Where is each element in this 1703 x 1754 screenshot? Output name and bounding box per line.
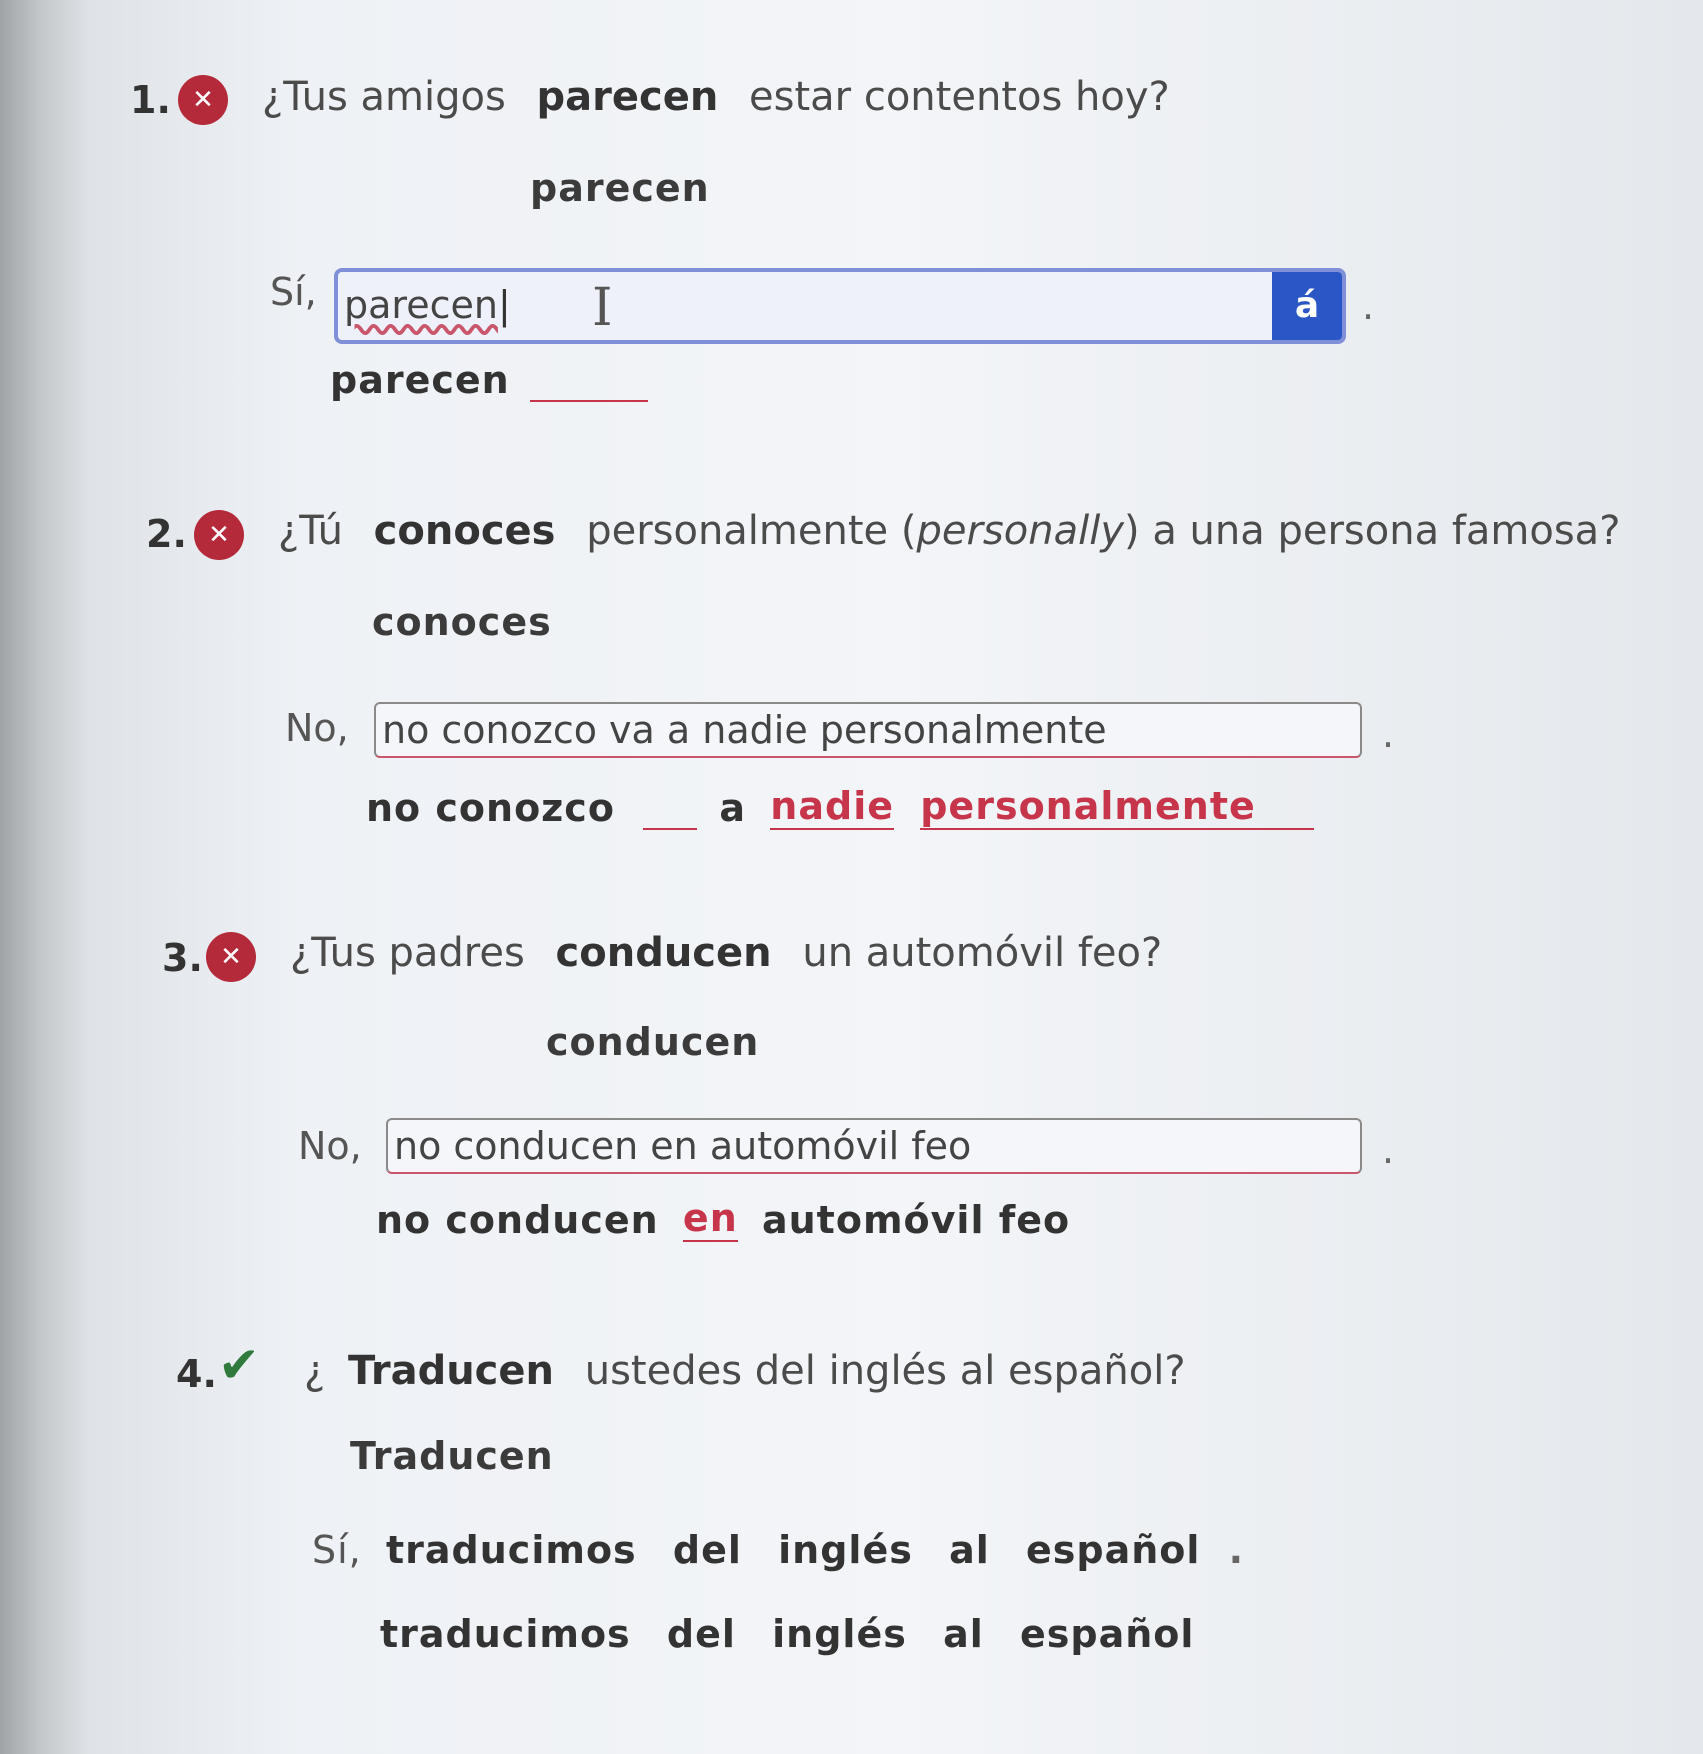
feedback-word: traducimos xyxy=(380,1612,631,1656)
question-number: 4. xyxy=(176,1352,217,1396)
question-4: 4. ✔ ¿ Traducen ustedes del inglés al es… xyxy=(0,1280,1703,1754)
question-verb: conducen xyxy=(555,930,772,976)
feedback-word-wrong: personalmente xyxy=(920,784,1314,830)
verb-hint: conducen xyxy=(546,1020,760,1064)
feedback-word: del xyxy=(666,1612,736,1656)
correct-answer-feedback: no conozco a nadie personalmente xyxy=(366,784,1314,830)
verb-hint: conoces xyxy=(372,600,552,644)
feedback-word: español xyxy=(1020,1612,1195,1656)
missing-word-blank xyxy=(643,828,698,830)
incorrect-x-icon: ✕ xyxy=(206,932,256,982)
answer-word: español xyxy=(1026,1528,1201,1572)
answer-input[interactable]: no conozco va a nadie personalmente xyxy=(374,702,1362,758)
text-cursor-icon: I xyxy=(592,278,613,338)
question-text: ¿Tus padres conducen un automóvil feo? xyxy=(290,930,1163,976)
question-number: 3. xyxy=(162,936,203,980)
question-text: ¿ Traducen ustedes del inglés al español… xyxy=(304,1348,1186,1394)
answer-period: . xyxy=(1382,712,1395,756)
feedback-word: al xyxy=(943,1612,984,1656)
answer-word: traducimos xyxy=(386,1528,637,1572)
incorrect-x-icon: ✕ xyxy=(178,75,228,125)
correct-answer-feedback: parecen xyxy=(330,358,648,402)
answer-period: . xyxy=(1382,1128,1395,1172)
answer-word: al xyxy=(949,1528,990,1572)
feedback-word-wrong: en xyxy=(682,1196,738,1242)
question-number: 1. xyxy=(130,78,171,122)
answer-prefix: Sí, xyxy=(270,270,317,314)
feedback-word-wrong: nadie xyxy=(770,784,894,830)
feedback-word: parecen xyxy=(330,358,510,402)
feedback-word: automóvil feo xyxy=(761,1198,1071,1242)
incorrect-x-icon: ✕ xyxy=(194,510,244,560)
feedback-word: inglés xyxy=(772,1612,907,1656)
answer-prefix: No, xyxy=(285,706,349,750)
correct-answer-feedback: traducimos del inglés al español xyxy=(380,1612,1194,1656)
feedback-word: no conozco xyxy=(366,786,615,830)
feedback-word: a xyxy=(719,786,747,830)
question-3: 3. ✕ ¿Tus padres conducen un automóvil f… xyxy=(0,840,1703,1280)
missing-word-blank xyxy=(529,400,648,402)
answer-period: . xyxy=(1228,1528,1245,1572)
correct-check-icon: ✔ xyxy=(218,1336,260,1394)
verb-hint: parecen xyxy=(530,166,710,210)
question-verb: parecen xyxy=(536,74,719,120)
question-1: 1. ✕ ¿Tus amigos parecen estar contentos… xyxy=(0,0,1703,420)
answer-prefix: Sí, xyxy=(312,1528,362,1572)
answer-prefix: No, xyxy=(298,1124,362,1168)
answer-input[interactable]: parecen| á xyxy=(334,268,1346,344)
question-verb: conoces xyxy=(373,508,556,554)
question-2: 2. ✕ ¿Tú conoces personalmente (personal… xyxy=(0,420,1703,840)
answer-word: del xyxy=(672,1528,742,1572)
answer-input[interactable]: no conducen en automóvil feo xyxy=(386,1118,1362,1174)
question-verb: Traducen xyxy=(347,1348,554,1394)
question-text: ¿Tú conoces personalmente (personally) a… xyxy=(278,508,1621,554)
verb-hint: Traducen xyxy=(350,1434,554,1478)
answer-sentence: Sí, traducimos del inglés al español . xyxy=(312,1528,1244,1572)
question-text: ¿Tus amigos parecen estar contentos hoy? xyxy=(262,74,1170,120)
feedback-word: no conducen xyxy=(376,1198,659,1242)
accent-a-button[interactable]: á xyxy=(1272,272,1342,340)
answer-word: inglés xyxy=(778,1528,913,1572)
correct-answer-feedback: no conducen en automóvil feo xyxy=(376,1196,1070,1242)
answer-period: . xyxy=(1362,284,1375,328)
question-number: 2. xyxy=(146,512,187,556)
